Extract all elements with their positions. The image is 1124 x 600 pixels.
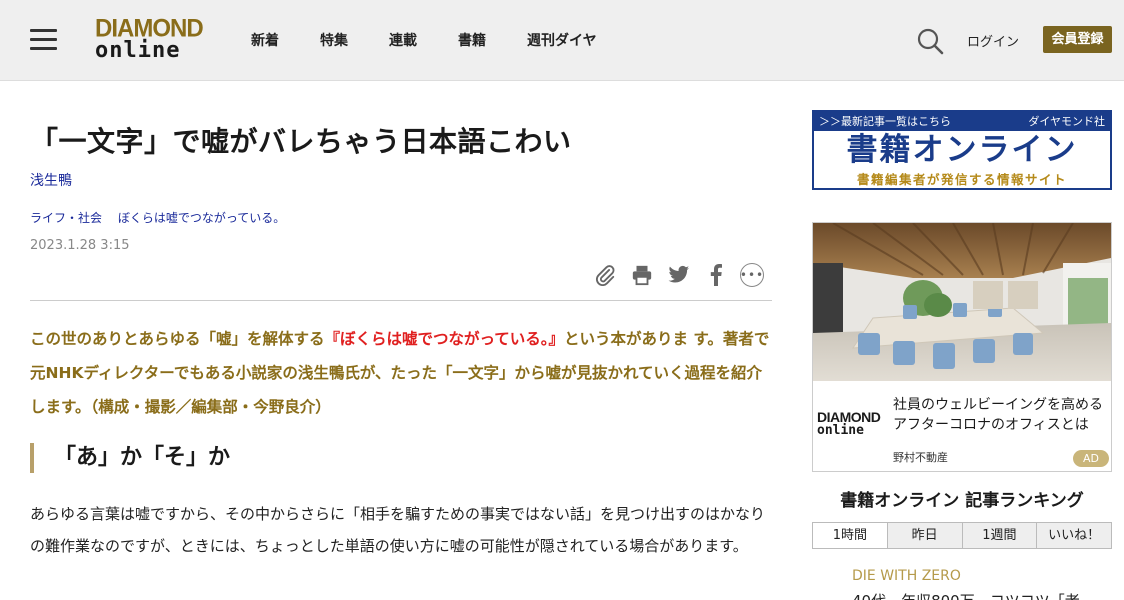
register-button[interactable]: 会員登録 [1043, 26, 1112, 53]
nav-new[interactable]: 新着 [251, 30, 279, 50]
search-icon[interactable] [916, 27, 944, 55]
banner-latest-link: ＞＞最新記事一覧はこちら [819, 115, 951, 128]
nav-weekly[interactable]: 週刊ダイヤ [527, 30, 597, 50]
article-body: あらゆる言葉は嘘ですから、その中からさらに「相手を騙すための事実ではない話」を見… [30, 505, 766, 555]
ad-logo: DIAMOND online [817, 409, 881, 438]
category-link-series[interactable]: ぼくらは嘘でつながっている。 [118, 211, 285, 225]
publish-date: 2023.1.28 3:15 [30, 238, 130, 253]
tab-yesterday[interactable]: 昨日 [886, 523, 962, 548]
clip-icon[interactable] [592, 262, 618, 288]
books-online-banner[interactable]: ＞＞最新記事一覧はこちら ダイヤモンド社 書籍オンライン 書籍編集者が発信する情… [812, 110, 1112, 190]
nav-series[interactable]: 連載 [389, 30, 417, 50]
lead-text-1: この世のありとあらゆる「嘘」を解体する [30, 330, 325, 348]
ranking-tabs: 1時間 昨日 1週間 いいね！ [812, 522, 1112, 549]
ranking-item-text[interactable]: 40代 年収800万…コツコツ「老 [852, 590, 1080, 600]
tab-1hour[interactable]: 1時間 [813, 523, 887, 548]
more-options-icon[interactable]: ••• [740, 263, 764, 287]
tab-1week[interactable]: 1週間 [961, 523, 1037, 548]
author-link[interactable]: 浅生鴨 [30, 170, 72, 190]
ranking-title: 書籍オンライン 記事ランキング [840, 491, 1084, 511]
section-heading: 「あ」か「そ」か [30, 443, 230, 473]
login-link[interactable]: ログイン [967, 31, 1019, 50]
ad-headline-line2: アフターコロナのオフィスとは [893, 417, 1089, 433]
ad-logo-line1: DIAMOND [817, 409, 881, 425]
ad-logo-line2: online [817, 423, 864, 438]
banner-top-bar: ＞＞最新記事一覧はこちら ダイヤモンド社 [814, 112, 1110, 131]
ad-sponsor: 野村不動産 [893, 451, 948, 464]
category-link-life[interactable]: ライフ・社会 [30, 211, 102, 225]
book-title-link[interactable]: 『ぼくらは嘘でつながっている。』 [325, 330, 564, 348]
menu-icon[interactable] [30, 29, 57, 51]
banner-subtitle: 書籍編集者が発信する情報サイト [856, 172, 1067, 187]
article-lead: この世のありとあらゆる「嘘」を解体する『ぼくらは嘘でつながっている。』という本が… [30, 322, 775, 424]
ad-headline: 社員のウェルビーイングを高める アフターコロナのオフィスとは [893, 395, 1103, 435]
divider [30, 300, 772, 301]
site-header: DIAMOND online 新着 特集 連載 書籍 週刊ダイヤ ログイン 会員… [0, 0, 1124, 81]
site-logo[interactable]: DIAMOND online [95, 14, 204, 63]
share-bar: ••• [592, 262, 775, 288]
logo-line1: DIAMOND [95, 14, 204, 43]
nav-books[interactable]: 書籍 [458, 30, 486, 50]
main-nav: 新着 特集 連載 書籍 週刊ダイヤ [251, 30, 638, 50]
ad-badge: AD [1073, 450, 1109, 467]
logo-line2: online [95, 38, 181, 63]
ranking-item-tag[interactable]: DIE WITH ZERO [852, 568, 961, 584]
office-photo [813, 223, 1111, 381]
twitter-icon[interactable] [666, 262, 692, 288]
banner-title: 書籍オンライン [846, 132, 1078, 168]
category-links: ライフ・社会 ぼくらは嘘でつながっている。 [30, 209, 297, 226]
nav-features[interactable]: 特集 [320, 30, 348, 50]
ad-headline-line1: 社員のウェルビーイングを高める [893, 397, 1103, 413]
ad-card[interactable]: DIAMOND online 社員のウェルビーイングを高める アフターコロナのオ… [812, 222, 1112, 472]
tab-likes[interactable]: いいね！ [1036, 523, 1111, 548]
banner-publisher: ダイヤモンド社 [1028, 115, 1105, 128]
article-title: 「一文字」で嘘がバレちゃう日本語こわい [30, 125, 572, 158]
print-icon[interactable] [629, 262, 655, 288]
facebook-icon[interactable] [703, 262, 729, 288]
